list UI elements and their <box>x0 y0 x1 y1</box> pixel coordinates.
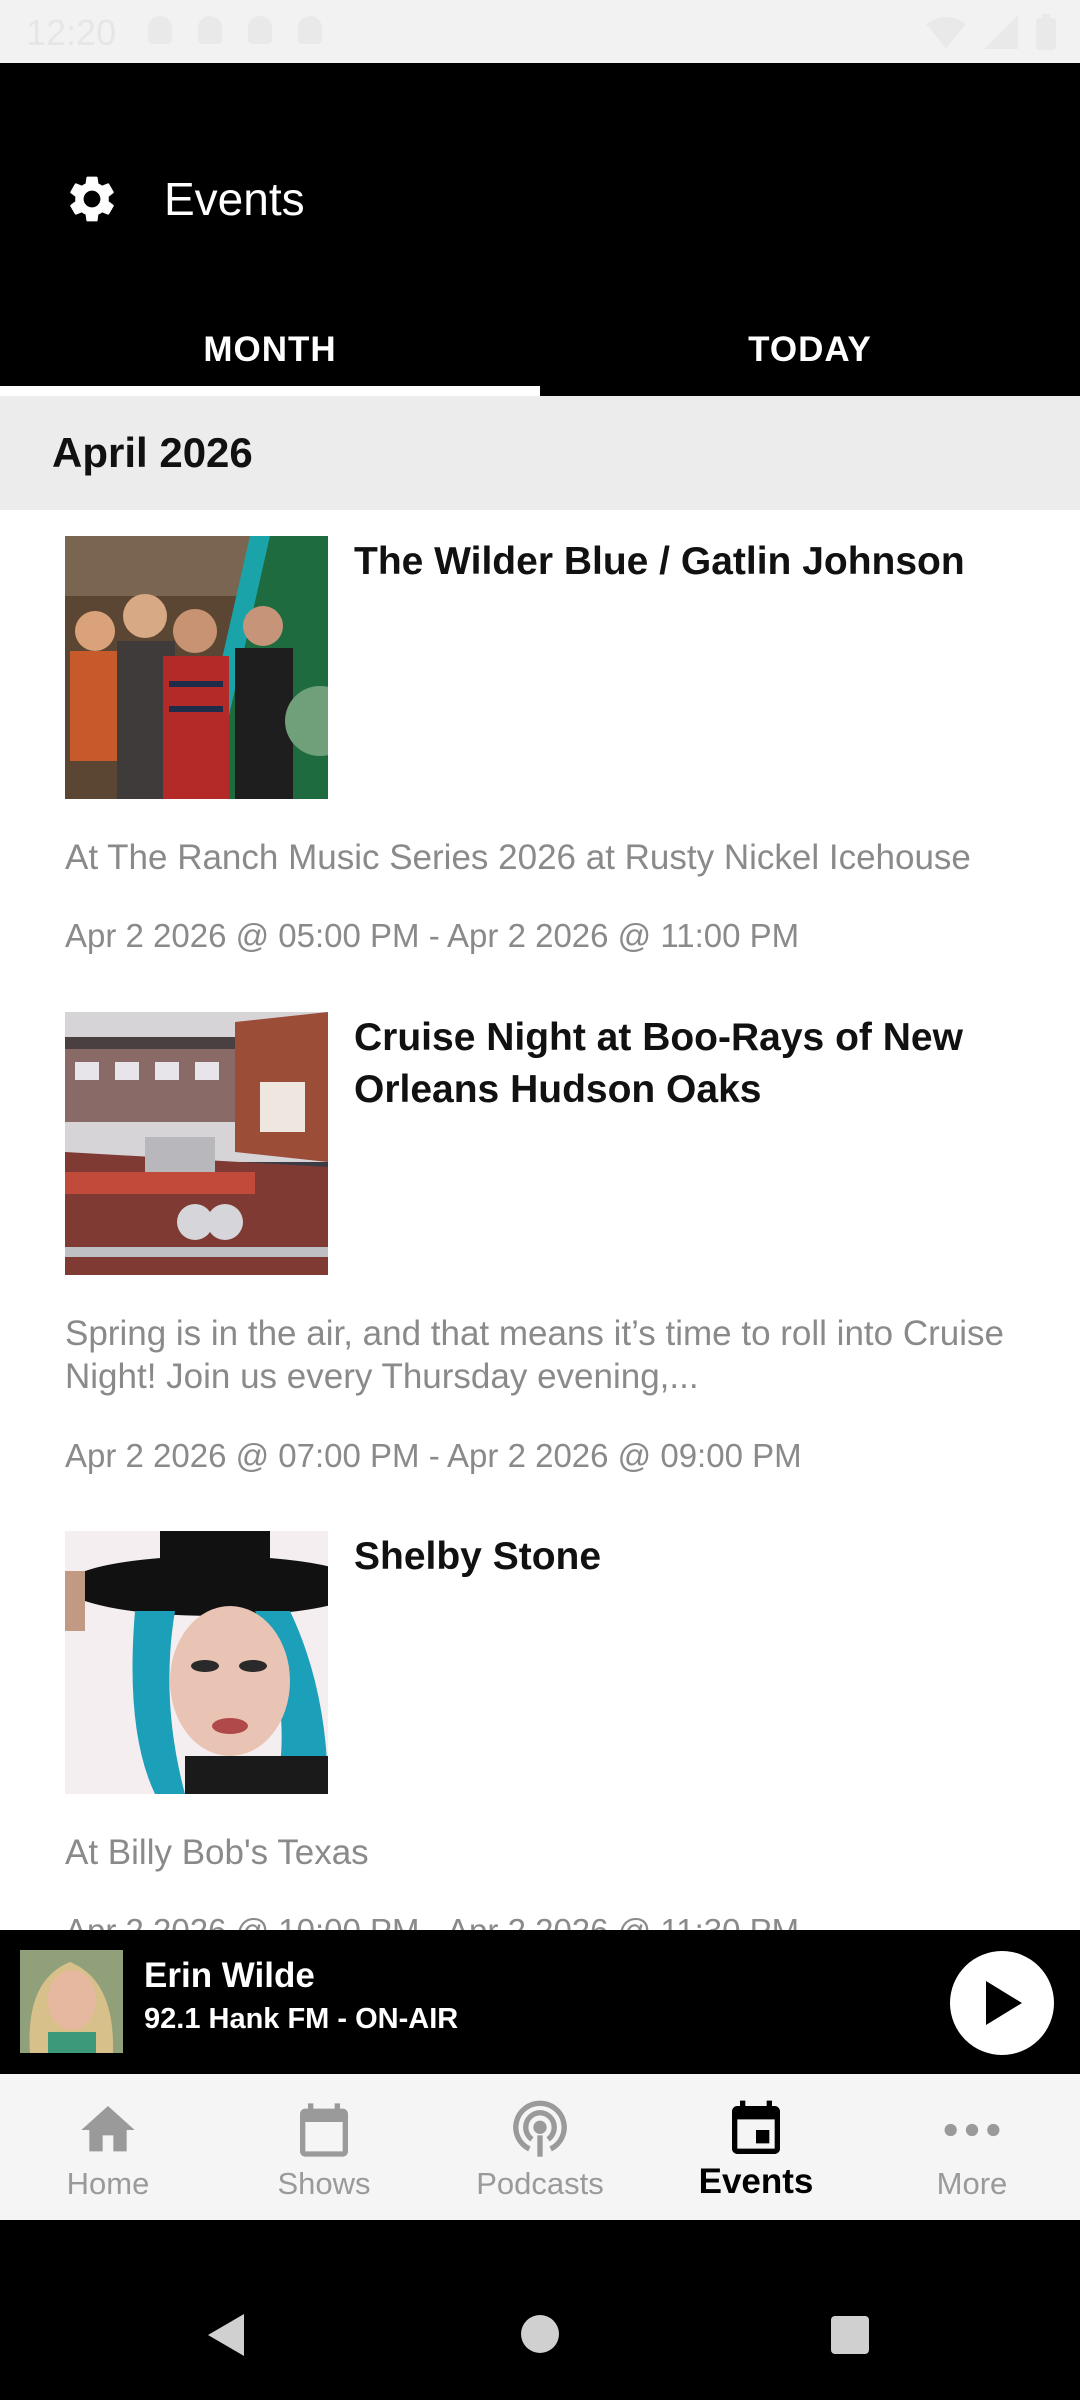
home-nav-icon[interactable] <box>520 2314 560 2354</box>
calendar-event-icon <box>732 2100 780 2154</box>
system-nav-bar <box>0 2220 1080 2400</box>
status-bar: 12:20 <box>0 0 1080 63</box>
nav-events[interactable]: Events <box>648 2074 864 2220</box>
notification-icon <box>198 16 222 44</box>
status-time: 12:20 <box>26 12 117 53</box>
event-title[interactable]: Shelby Stone <box>354 1531 1034 1583</box>
signal-icon <box>984 15 1018 49</box>
battery-icon <box>1036 14 1056 50</box>
event-description: At Billy Bob's Texas <box>65 1833 369 1872</box>
more-icon <box>944 2123 1000 2137</box>
nav-label: Shows <box>277 2166 371 2201</box>
notification-icon <box>298 16 322 44</box>
status-indicators <box>926 14 1056 50</box>
artist-photo-image <box>65 1531 328 1794</box>
nav-label: Home <box>66 2166 150 2201</box>
event-date: Apr 2 2026 @ 05:00 PM - Apr 2 2026 @ 11:… <box>65 917 800 954</box>
nav-label: Podcasts <box>476 2166 604 2201</box>
back-icon[interactable] <box>206 2312 246 2358</box>
play-button[interactable] <box>950 1951 1054 2055</box>
tab-bar: MONTH TODAY <box>0 303 1080 396</box>
nav-podcasts[interactable]: Podcasts <box>432 2074 648 2220</box>
notification-icon <box>248 16 272 44</box>
nav-more[interactable]: More <box>864 2074 1080 2220</box>
event-thumbnail[interactable] <box>65 536 328 799</box>
wifi-icon <box>926 17 966 48</box>
band-photo-image <box>65 536 328 799</box>
nav-home[interactable]: Home <box>0 2074 216 2220</box>
event-date: Apr 2 2026 @ 07:00 PM - Apr 2 2026 @ 09:… <box>65 1437 802 1474</box>
home-icon <box>81 2106 135 2152</box>
notification-icons <box>148 16 322 44</box>
host-avatar <box>20 1950 123 2053</box>
page-title: Events <box>164 173 305 225</box>
event-description: At The Ranch Music Series 2026 at Rusty … <box>65 838 971 877</box>
nav-shows[interactable]: Shows <box>216 2074 432 2220</box>
host-name: Erin Wilde <box>144 1956 315 1995</box>
event-title[interactable]: Cruise Night at Boo-Rays of New Orleans … <box>354 1012 1034 1116</box>
calendar-icon <box>300 2103 348 2157</box>
podcast-icon <box>513 2100 567 2157</box>
tab-today[interactable]: TODAY <box>540 303 1080 396</box>
nav-label: Events <box>698 2162 814 2201</box>
app-header: Events MONTH TODAY <box>0 63 1080 396</box>
bottom-nav: Home Shows Podcasts Events More <box>0 2074 1080 2220</box>
event-date: Apr 2 2026 @ 10:00 PM - Apr 2 2026 @ 11:… <box>65 1911 1045 1930</box>
event-thumbnail[interactable] <box>65 1531 328 1794</box>
month-header: April 2026 <box>0 396 1080 510</box>
event-description: Spring is in the air, and that means it’… <box>65 1314 1004 1396</box>
gear-icon[interactable] <box>64 171 120 227</box>
event-thumbnail[interactable] <box>65 1012 328 1275</box>
events-list[interactable]: April 2026 The Wilder Blue / Gatlin John… <box>0 396 1080 1930</box>
event-title[interactable]: The Wilder Blue / Gatlin Johnson <box>354 536 1034 588</box>
nav-label: More <box>936 2166 1008 2201</box>
station-status: 92.1 Hank FM - ON-AIR <box>144 2003 459 2035</box>
tab-month[interactable]: MONTH <box>0 303 540 396</box>
notification-icon <box>148 16 172 44</box>
now-playing-bar[interactable]: Erin Wilde 92.1 Hank FM - ON-AIR <box>0 1930 1080 2074</box>
recents-icon[interactable] <box>830 2315 870 2355</box>
play-icon <box>986 1981 1022 2025</box>
car-photo-image <box>65 1012 328 1275</box>
